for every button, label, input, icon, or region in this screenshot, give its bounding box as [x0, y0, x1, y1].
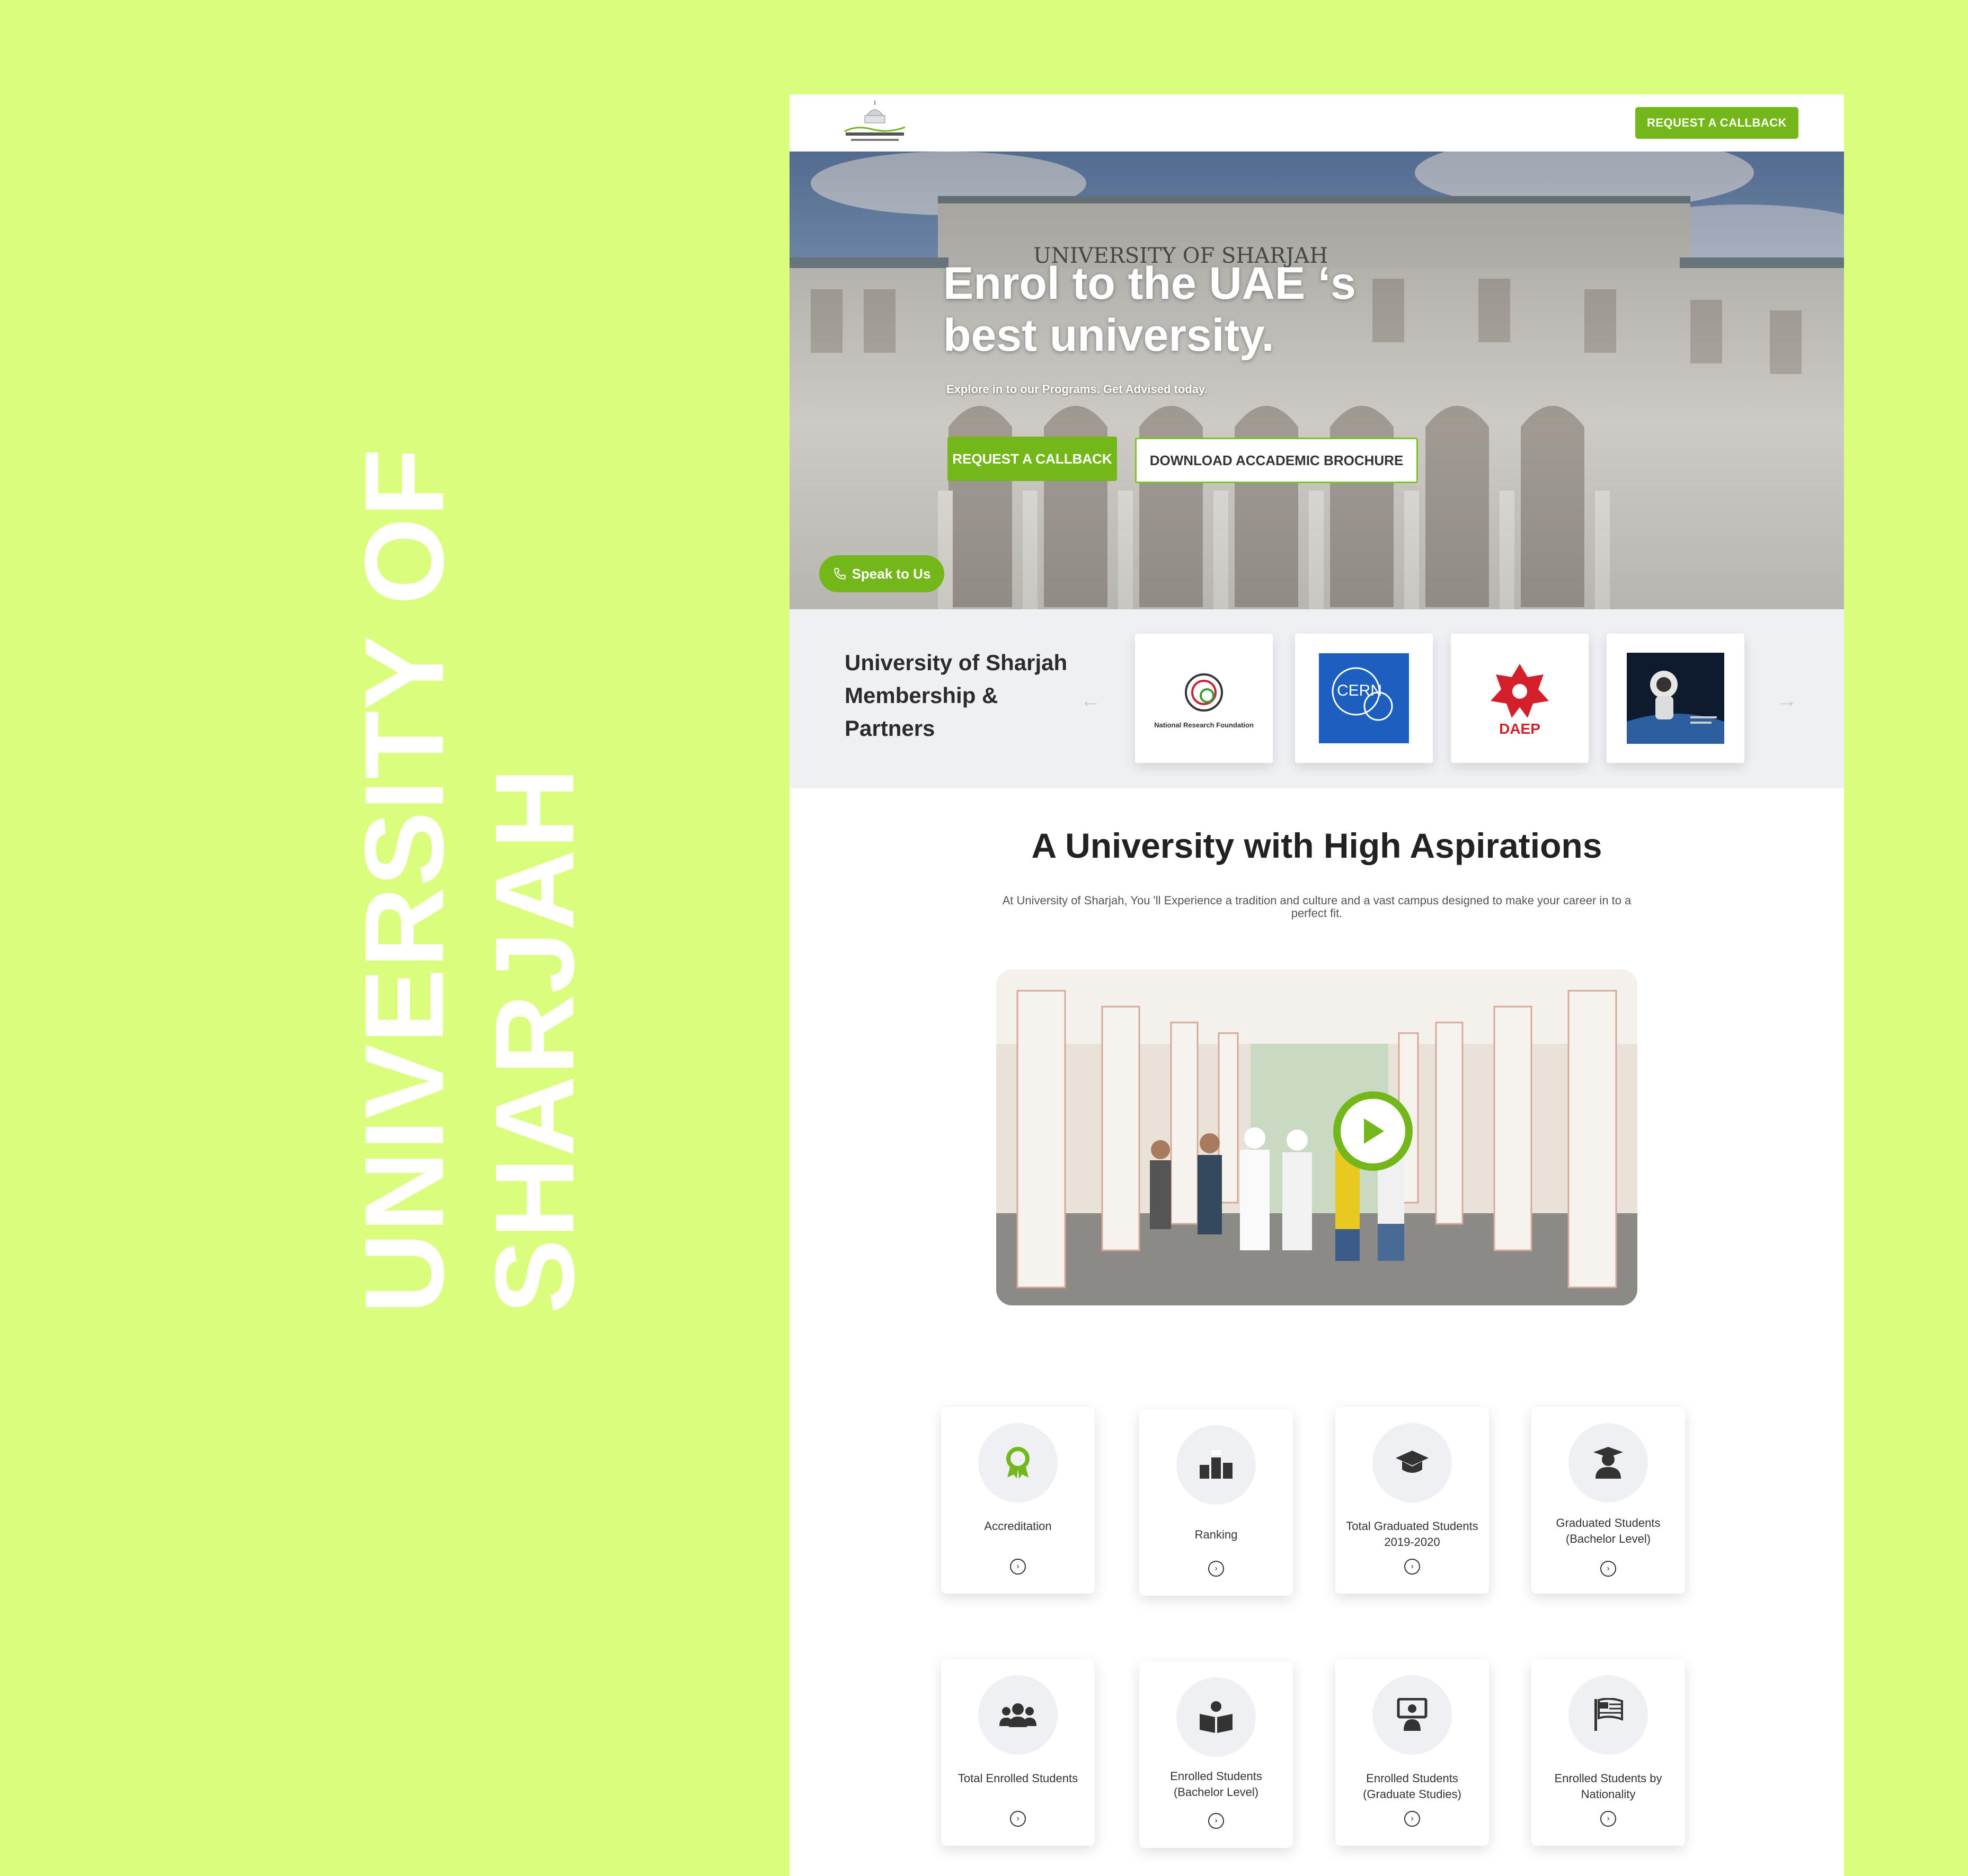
daep-logo: DAEP: [1491, 664, 1549, 737]
phone-icon: [834, 568, 846, 580]
aspirations-text: At University of Sharjah, You 'll Experi…: [1002, 894, 1632, 920]
partner-logo-nrf[interactable]: National Research Foundation: [1135, 634, 1273, 763]
cern-logo: CERN: [1319, 653, 1409, 743]
partners-next-arrow[interactable]: →: [1776, 689, 1797, 713]
stat-card-graduated-bachelor[interactable]: Graduated Students (Bachelor Level) ›: [1531, 1407, 1685, 1594]
hero-title: Enrol to the UAE ‘s best university.: [943, 258, 1356, 361]
partner-logo-cern[interactable]: CERN: [1295, 634, 1433, 763]
speak-to-us-button[interactable]: Speak to Us: [819, 555, 944, 592]
graduation-cap-icon: [1372, 1423, 1452, 1502]
teacher-icon: [1372, 1675, 1452, 1755]
play-icon: [1364, 1118, 1384, 1144]
campus-video-thumbnail: [996, 970, 1637, 1305]
daep-logo-text: DAEP: [1499, 721, 1540, 737]
university-logo[interactable]: [840, 100, 909, 145]
aspirations-title: A University with High Aspirations: [1031, 826, 1602, 865]
chevron-right-icon[interactable]: ›: [1208, 1561, 1224, 1577]
nrf-caption: National Research Foundation: [1154, 721, 1254, 729]
book-reader-icon: [1176, 1677, 1256, 1757]
users-icon: [978, 1675, 1058, 1755]
chevron-right-icon[interactable]: ›: [1600, 1561, 1616, 1577]
hero-section: UNIVERSITY OF SHARJAH: [790, 152, 1844, 609]
stat-card-label: Enrolled Students (Bachelor Level): [1170, 1770, 1262, 1799]
stat-card-accreditation[interactable]: Accreditation ›: [941, 1407, 1095, 1594]
side-title: UNIVERSITY OF SHARJAH: [339, 448, 597, 1314]
stat-card-ranking[interactable]: Ranking ›: [1139, 1409, 1293, 1596]
chevron-right-icon[interactable]: ›: [1600, 1811, 1616, 1827]
header-request-callback-button[interactable]: REQUEST A CALLBACK: [1635, 107, 1798, 139]
stat-card-enrolled-graduate[interactable]: Enrolled Students (Graduate Studies) ›: [1335, 1659, 1489, 1846]
hero-subtitle: Explore in to our Programs. Get Advised …: [946, 383, 1208, 396]
stat-card-label: Total Graduated Students 2019-2020: [1346, 1519, 1478, 1549]
campus-video[interactable]: [996, 970, 1637, 1305]
stat-card-total-enrolled[interactable]: Total Enrolled Students ›: [941, 1659, 1095, 1846]
side-title-line-1: UNIVERSITY OF: [341, 448, 467, 1314]
ranking-icon: [1176, 1425, 1256, 1505]
flag-icon: [1568, 1675, 1648, 1755]
cern-logo-text: CERN: [1337, 682, 1382, 699]
landing-page: REQUEST A CALLBACK UNIVERSITY OF SHARJAH: [790, 94, 1844, 1876]
award-icon: [978, 1423, 1058, 1502]
stat-card-total-graduated[interactable]: Total Graduated Students 2019-2020 ›: [1335, 1407, 1489, 1594]
chevron-right-icon[interactable]: ›: [1010, 1559, 1026, 1575]
partners-prev-arrow[interactable]: ←: [1080, 689, 1101, 713]
video-play-button[interactable]: [1333, 1091, 1413, 1171]
download-brochure-button[interactable]: DOWNLOAD ACCADEMIC BROCHURE: [1135, 438, 1418, 483]
chevron-right-icon[interactable]: ›: [1404, 1811, 1420, 1827]
nrf-logo: [1185, 673, 1223, 712]
graduate-user-icon: [1568, 1423, 1648, 1502]
chevron-right-icon[interactable]: ›: [1208, 1813, 1224, 1829]
hero-request-callback-button[interactable]: REQUEST A CALLBACK: [947, 437, 1117, 481]
partner-logo-daep[interactable]: DAEP: [1451, 634, 1589, 763]
stat-card-label: Ranking: [1194, 1528, 1238, 1541]
stat-card-label: Total Enrolled Students: [958, 1772, 1078, 1785]
stat-card-enrolled-bachelor[interactable]: Enrolled Students (Bachelor Level) ›: [1139, 1661, 1293, 1848]
stat-card-label: Graduated Students (Bachelor Level): [1556, 1516, 1661, 1545]
partner-logo-astronaut[interactable]: [1607, 634, 1744, 763]
stat-card-enrolled-nationality[interactable]: Enrolled Students by Nationality ›: [1531, 1659, 1685, 1846]
astronaut-logo: [1627, 653, 1724, 744]
top-bar: REQUEST A CALLBACK: [790, 94, 1844, 152]
stat-card-label: Enrolled Students by Nationality: [1554, 1772, 1662, 1801]
stat-card-label: Accreditation: [984, 1519, 1052, 1533]
speak-to-us-label: Speak to Us: [852, 565, 931, 582]
partners-title: University of Sharjah Membership & Partn…: [845, 650, 1068, 741]
university-building-image: UNIVERSITY OF SHARJAH: [790, 152, 1844, 609]
chevron-right-icon[interactable]: ›: [1010, 1811, 1026, 1827]
stat-card-label: Enrolled Students (Graduate Studies): [1363, 1772, 1461, 1801]
partners-section: University of Sharjah Membership & Partn…: [790, 609, 1844, 788]
chevron-right-icon[interactable]: ›: [1404, 1559, 1420, 1575]
side-title-line-2: SHARJAH: [472, 767, 597, 1314]
